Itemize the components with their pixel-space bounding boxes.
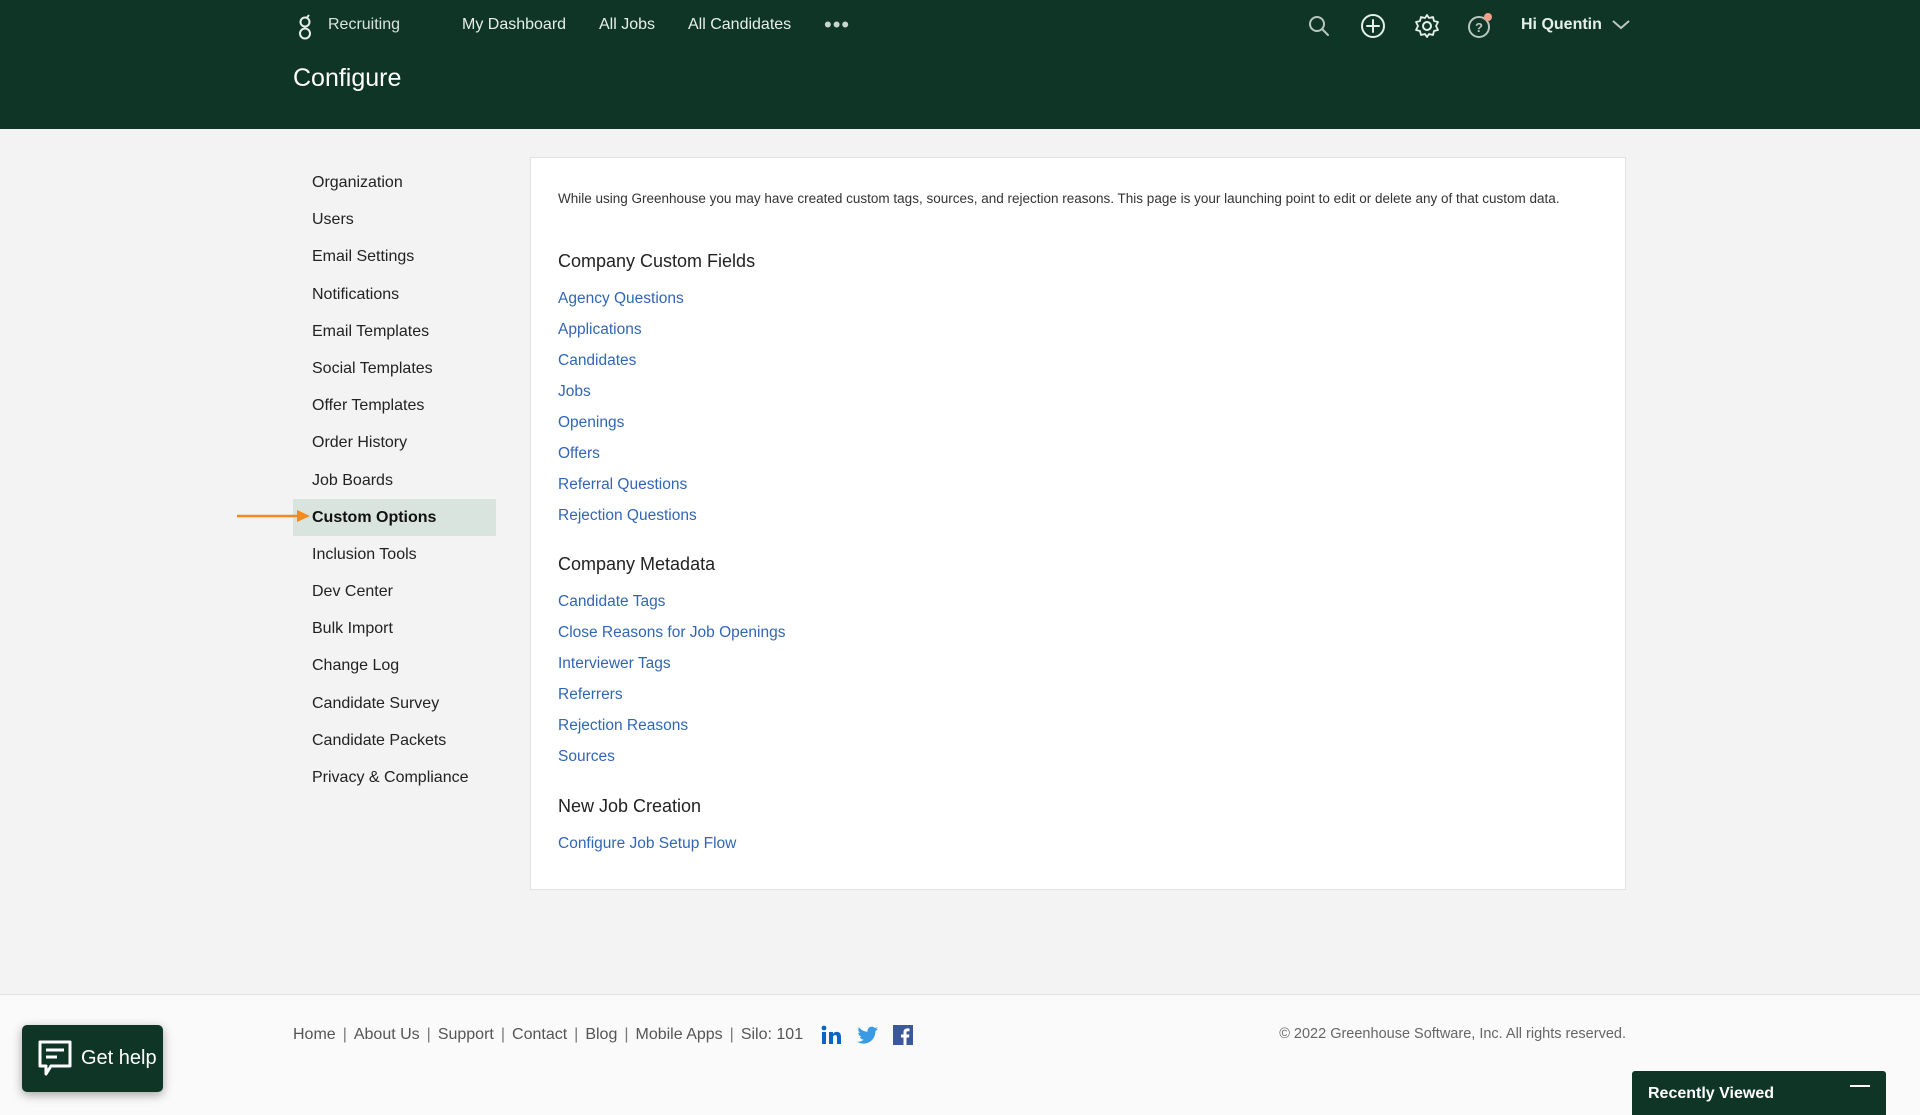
link-candidates[interactable]: Candidates: [558, 352, 636, 370]
sidebar-item-order-history[interactable]: Order History: [293, 424, 496, 461]
help-icon[interactable]: ?: [1466, 12, 1494, 40]
silo-label: Silo: 101: [740, 1026, 804, 1043]
sidebar-item-notifications[interactable]: Notifications: [293, 276, 496, 313]
separator: |: [426, 1026, 431, 1043]
page-title: Configure: [293, 64, 402, 92]
orange-arrow-icon: [237, 510, 310, 522]
custom-options-card: While using Greenhouse you may have crea…: [530, 157, 1626, 890]
sidebar-item-dev-center[interactable]: Dev Center: [293, 573, 496, 610]
sidebar-item-job-boards[interactable]: Job Boards: [293, 462, 496, 499]
footer-link-blog[interactable]: Blog: [585, 1026, 617, 1044]
separator: |: [500, 1026, 506, 1043]
link-configure-job-setup-flow[interactable]: Configure Job Setup Flow: [558, 835, 736, 853]
link-sources[interactable]: Sources: [558, 748, 615, 766]
copyright-text: © 2022 Greenhouse Software, Inc. All rig…: [1279, 1026, 1626, 1042]
footer-link-about-us[interactable]: About Us: [354, 1026, 420, 1044]
svg-text:?: ?: [1475, 20, 1483, 35]
recently-viewed-label: Recently Viewed: [1648, 1085, 1774, 1102]
link-offers[interactable]: Offers: [558, 445, 600, 463]
footer-link-mobile-apps[interactable]: Mobile Apps: [636, 1026, 723, 1044]
sidebar-item-inclusion-tools[interactable]: Inclusion Tools: [293, 536, 496, 573]
sidebar-item-email-templates[interactable]: Email Templates: [293, 313, 496, 350]
chevron-down-icon: [1612, 20, 1630, 30]
link-referral-questions[interactable]: Referral Questions: [558, 476, 687, 494]
separator: |: [574, 1026, 579, 1043]
link-interviewer-tags[interactable]: Interviewer Tags: [558, 655, 671, 673]
section-title-company-metadata: Company Metadata: [558, 554, 716, 574]
footer-link-support[interactable]: Support: [438, 1026, 494, 1044]
footer-link-home[interactable]: Home: [293, 1026, 336, 1044]
link-agency-questions[interactable]: Agency Questions: [558, 290, 684, 308]
link-applications[interactable]: Applications: [558, 321, 642, 339]
sidebar-item-bulk-import[interactable]: Bulk Import: [293, 610, 496, 647]
greeting-label: Hi Quentin: [1521, 16, 1602, 33]
link-close-reasons[interactable]: Close Reasons for Job Openings: [558, 624, 785, 642]
sidebar-item-social-templates[interactable]: Social Templates: [293, 350, 496, 387]
link-referrers[interactable]: Referrers: [558, 686, 623, 704]
footer-link-contact[interactable]: Contact: [512, 1026, 567, 1044]
notification-dot: [1484, 13, 1492, 21]
section-title-company-custom-fields: Company Custom Fields: [558, 251, 756, 271]
get-help-button[interactable]: Get help: [22, 1025, 163, 1092]
footer-links: Home | About Us | Support | Contact | Bl…: [293, 1025, 914, 1045]
ellipsis-icon[interactable]: •••: [824, 12, 850, 38]
link-rejection-questions[interactable]: Rejection Questions: [558, 507, 697, 525]
facebook-icon[interactable]: [893, 1025, 914, 1045]
sidebar-item-offer-templates[interactable]: Offer Templates: [293, 387, 496, 424]
user-menu[interactable]: Hi Quentin: [1521, 16, 1630, 34]
greenhouse-logo-icon[interactable]: [296, 14, 314, 40]
brand-label[interactable]: Recruiting: [328, 16, 400, 34]
sidebar-item-email-settings[interactable]: Email Settings: [293, 238, 496, 275]
top-header: Recruiting My Dashboard All Jobs All Can…: [0, 0, 1920, 129]
sidebar-item-candidate-survey[interactable]: Candidate Survey: [293, 685, 496, 722]
chat-bubble-icon: [38, 1040, 72, 1075]
nav-all-candidates[interactable]: All Candidates: [688, 16, 791, 34]
separator: |: [729, 1026, 734, 1043]
link-rejection-reasons[interactable]: Rejection Reasons: [558, 717, 688, 735]
recently-viewed-panel[interactable]: Recently Viewed: [1632, 1071, 1886, 1115]
link-openings[interactable]: Openings: [558, 414, 624, 432]
nav-my-dashboard[interactable]: My Dashboard: [462, 16, 566, 34]
sidebar-item-custom-options[interactable]: Custom Options: [293, 498, 496, 536]
twitter-icon[interactable]: [857, 1026, 879, 1044]
social-links: [821, 1025, 914, 1045]
link-jobs[interactable]: Jobs: [558, 383, 591, 401]
sidebar-item-candidate-packets[interactable]: Candidate Packets: [293, 722, 496, 759]
section-title-new-job-creation: New Job Creation: [558, 796, 702, 816]
separator: |: [624, 1026, 629, 1043]
sidebar-item-users[interactable]: Users: [293, 201, 496, 238]
sidebar-item-privacy-compliance[interactable]: Privacy & Compliance: [293, 759, 496, 796]
add-icon[interactable]: [1359, 12, 1387, 40]
sidebar-item-organization[interactable]: Organization: [293, 164, 496, 201]
sidebar-item-change-log[interactable]: Change Log: [293, 647, 496, 684]
nav-all-jobs[interactable]: All Jobs: [599, 16, 655, 34]
get-help-label: Get help: [81, 1047, 157, 1069]
configure-sidebar: Organization Users Email Settings Notifi…: [293, 164, 496, 796]
intro-text: While using Greenhouse you may have crea…: [558, 191, 1560, 206]
linkedin-icon[interactable]: [821, 1025, 843, 1045]
search-icon[interactable]: [1305, 12, 1333, 40]
gear-icon[interactable]: [1413, 12, 1441, 40]
minimize-icon[interactable]: [1850, 1085, 1870, 1087]
separator: |: [342, 1026, 347, 1043]
link-candidate-tags[interactable]: Candidate Tags: [558, 593, 665, 611]
